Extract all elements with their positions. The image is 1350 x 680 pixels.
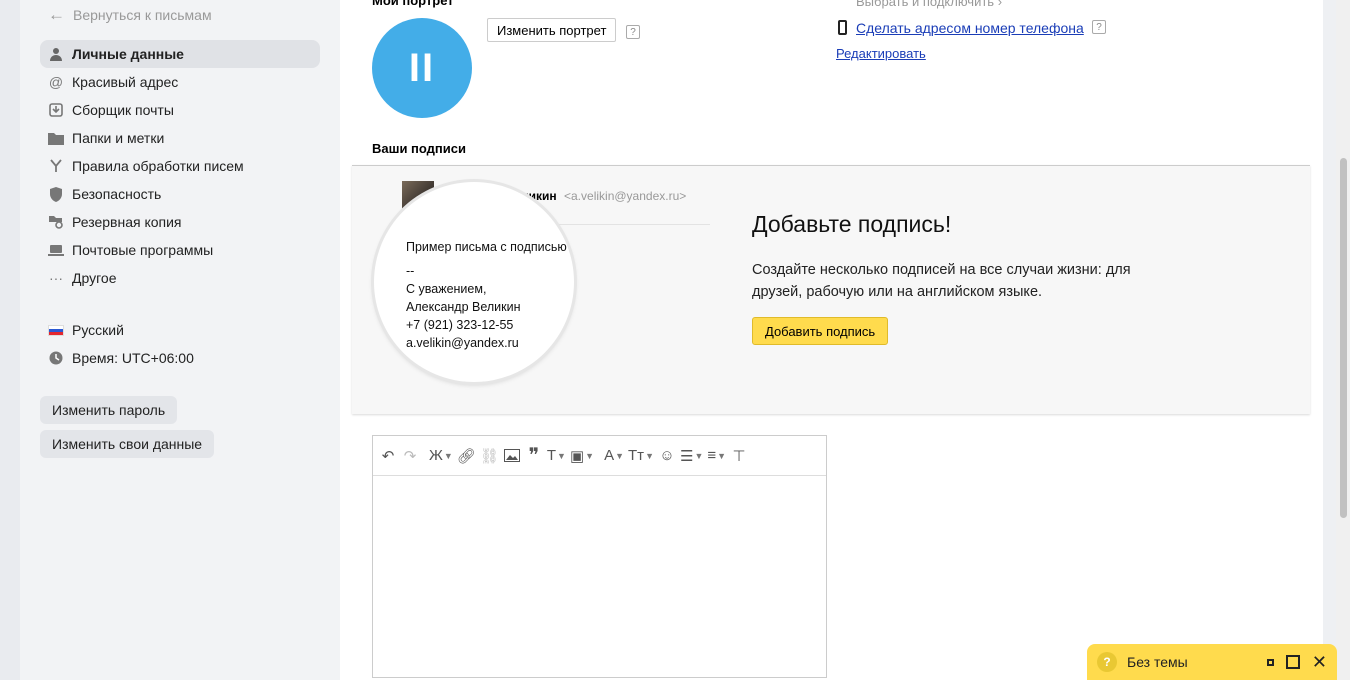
portrait-title: Мой портрет (372, 0, 454, 8)
sidebar-item-beautiful-address[interactable]: @ Красивый адрес (40, 68, 320, 96)
clock-icon (48, 350, 64, 366)
signatures-title: Ваши подписи (372, 141, 466, 156)
sidebar-item-label: Правила обработки писем (72, 158, 244, 174)
edit-link[interactable]: Редактировать (836, 46, 926, 61)
phone-icon (838, 20, 847, 35)
sidebar-item-label: Сборщик почты (72, 102, 174, 118)
chevron-down-icon: ▼ (694, 450, 704, 461)
bold-label: Ж (429, 447, 443, 464)
list-icon[interactable]: ☰ ▼ (680, 444, 703, 468)
sidebar-item-mail-collector[interactable]: Сборщик почты (40, 96, 320, 124)
sidebar-item-label: Резервная копия (72, 214, 182, 230)
sidebar-item-mail-programs[interactable]: Почтовые программы (40, 236, 320, 264)
compose-help-icon: ? (1097, 652, 1117, 672)
sidebar-item-folders[interactable]: Папки и метки (40, 124, 320, 152)
link-icon[interactable]: 🔗︎ (457, 444, 476, 468)
language-label: Русский (72, 322, 124, 338)
sidebar: ← Вернуться к письмам Личные данные @ Кр… (20, 0, 340, 680)
sidebar-item-other[interactable]: ··· Другое (40, 264, 320, 292)
font-color-label: A (604, 447, 615, 464)
chevron-down-icon: ▼ (645, 450, 654, 461)
sidebar-item-label: Красивый адрес (72, 74, 179, 90)
signature-promo: Александр Великин <a.velikin@yandex.ru> … (352, 165, 1310, 414)
close-icon[interactable]: ✕ (1312, 652, 1327, 673)
person-icon (48, 46, 64, 62)
font-size-button[interactable]: Тт ▼ (628, 444, 654, 468)
sender-email: <a.velikin@yandex.ru> (564, 189, 687, 203)
chevron-down-icon: ▼ (615, 450, 625, 461)
left-strip (0, 0, 20, 680)
sidebar-item-backup[interactable]: Резервная копия (40, 208, 320, 236)
chevron-down-icon: ▼ (443, 450, 453, 461)
folder-icon (48, 130, 64, 146)
back-to-mail-link[interactable]: ← Вернуться к письмам (48, 5, 212, 25)
dots-icon: ··· (49, 270, 63, 286)
change-data-button[interactable]: Изменить свои данные (40, 430, 215, 458)
sample-line: a.velikin@yandex.ru (406, 336, 519, 350)
compose-title: Без темы (1127, 654, 1188, 670)
timezone-selector[interactable]: Время: UTC+06:00 (40, 344, 320, 372)
timezone-label: Время: UTC+06:00 (72, 350, 194, 366)
format-paint-icon[interactable]: ⊤ (730, 444, 748, 468)
change-portrait-button[interactable]: Изменить портрет (487, 18, 617, 42)
maximize-icon[interactable] (1285, 655, 1300, 669)
undo-icon[interactable]: ↶ (379, 444, 397, 468)
promo-text: Создайте несколько подписей на все случа… (752, 262, 1131, 300)
sidebar-item-security[interactable]: Безопасность (40, 180, 320, 208)
chevron-down-icon: ▼ (717, 450, 727, 461)
choose-connect-link[interactable]: Выбрать и подключить › (856, 0, 1002, 9)
compose-minimized-bar[interactable]: ? Без темы ✕ (1087, 644, 1337, 680)
text-format-icon[interactable]: T ▼ (547, 444, 566, 468)
sample-line: Пример письма с подписью (406, 240, 567, 254)
align-icon[interactable]: ≡ ▼ (707, 444, 726, 468)
add-signature-button[interactable]: Добавить подпись (752, 317, 889, 345)
help-icon[interactable]: ? (1092, 20, 1106, 34)
sample-line: С уважением, (406, 282, 487, 296)
scrollbar-thumb[interactable] (1340, 158, 1347, 518)
laptop-icon (48, 242, 64, 258)
magnifier-lens: Пример письма с подписью -- С уважением,… (374, 182, 574, 382)
text-box-icon[interactable]: ▣ ▼ (570, 444, 594, 468)
help-icon[interactable]: ? (626, 25, 640, 39)
chevron-down-icon: ▼ (557, 450, 566, 461)
font-color-button[interactable]: A ▼ (604, 444, 624, 468)
quote-icon[interactable]: ❞ (525, 444, 543, 468)
redo-icon[interactable]: ↷ (401, 444, 419, 468)
editor-toolbar: ↶ ↷ Ж ▼ 🔗︎ ⛓︎ ❞ T ▼ ▣ ▼ A ▼ Тт ▼ ☺ ☰ ▼ ≡ ▼ ⊤ (373, 436, 826, 476)
sidebar-item-label: Почтовые программы (72, 242, 214, 258)
sidebar-item-rules[interactable]: Правила обработки писем (40, 152, 320, 180)
font-size-label: Тт (628, 447, 645, 464)
shield-icon (48, 186, 64, 202)
chevron-down-icon: ▼ (585, 450, 595, 461)
sidebar-item-label: Личные данные (72, 46, 184, 62)
minimize-icon[interactable] (1266, 658, 1274, 666)
sidebar-item-label: Безопасность (72, 186, 162, 202)
main-content: Мой портрет II Изменить портрет ? Выбрат… (340, 0, 1323, 680)
language-selector[interactable]: Русский (40, 316, 320, 344)
download-icon (48, 102, 64, 118)
phone-address-link[interactable]: Сделать адресом номер телефона (856, 20, 1084, 36)
unlink-icon[interactable]: ⛓︎ (480, 444, 499, 468)
sidebar-item-personal-data[interactable]: Личные данные (40, 40, 320, 68)
back-to-mail-label: Вернуться к письмам (73, 7, 212, 23)
avatar[interactable]: II (372, 18, 472, 118)
chevron-right-icon: › (997, 0, 1003, 9)
emoji-icon[interactable]: ☺ (658, 444, 676, 468)
choose-connect-label: Выбрать и подключить (856, 0, 995, 9)
backup-icon (48, 214, 64, 230)
at-icon: @ (48, 74, 64, 90)
sidebar-item-label: Папки и метки (72, 130, 165, 146)
sample-line: +7 (921) 323-12-55 (406, 318, 514, 332)
filter-icon (48, 158, 64, 174)
promo-title: Добавьте подпись! (752, 211, 952, 237)
arrow-left-icon: ← (48, 5, 65, 24)
sample-line: -- (406, 264, 415, 278)
bold-button[interactable]: Ж ▼ (429, 444, 453, 468)
change-password-button[interactable]: Изменить пароль (40, 396, 178, 424)
signature-editor: ↶ ↷ Ж ▼ 🔗︎ ⛓︎ ❞ T ▼ ▣ ▼ A ▼ Тт ▼ ☺ ☰ ▼ ≡ ▼ ⊤ (372, 435, 827, 678)
sidebar-item-label: Другое (72, 270, 117, 286)
russia-flag-icon (48, 322, 64, 338)
image-icon[interactable] (503, 444, 521, 468)
sample-line: Александр Великин (406, 300, 521, 314)
